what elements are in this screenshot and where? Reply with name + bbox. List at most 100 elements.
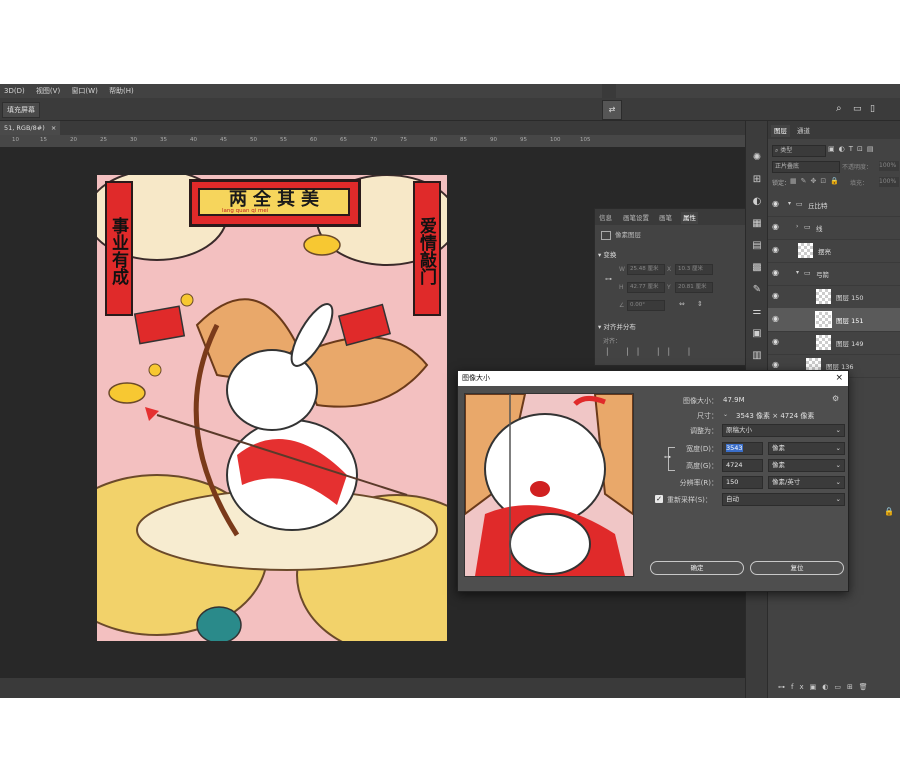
search-icon[interactable]: ⌕ [836,103,848,115]
tab-channels[interactable]: 通道 [794,125,813,137]
flip-vertical-icon[interactable]: ⇕ [697,300,703,308]
blend-mode-select[interactable]: 正片叠底 [772,161,840,173]
close-icon[interactable]: × [835,371,843,386]
height-label: 高度(G)： [686,462,718,470]
layer-row-selected[interactable]: ◉ 图层 151 [768,308,900,332]
eye-icon[interactable]: ◉ [772,268,782,278]
libraries-icon[interactable]: ▥ [750,349,764,363]
height-input[interactable]: 4724 [722,459,763,472]
panel-layout-icon[interactable]: ▯ [870,103,882,115]
align-section-title[interactable]: ▾ 对齐并分布 [598,321,636,331]
width-unit-select[interactable]: 像素 ⌄ [768,442,845,455]
chevron-down-icon[interactable]: ▾ [796,269,799,276]
link-icon[interactable]: ⊶ [664,453,671,461]
eye-icon[interactable]: ◉ [772,360,782,370]
gradient-icon[interactable]: ▤ [750,239,764,253]
brush-icon[interactable]: ✎ [750,283,764,297]
ruler-tick: 70 [370,137,377,143]
fit-to-select[interactable]: 原稿大小 ⌄ [722,424,845,437]
layer-row[interactable]: ◉ ▾ ▭ 丘比特 [768,193,900,217]
resolution-input[interactable]: 150 [722,476,763,489]
dialog-preview[interactable] [464,393,634,577]
right-couplet: 爱情敲门 [413,181,441,316]
fill-field[interactable]: 100% [879,177,899,187]
chevron-down-icon: ⌄ [835,478,841,486]
ruler-tick: 100 [550,137,561,143]
tab-info[interactable]: 信息 [597,212,614,224]
menu-item-help[interactable]: 帮助(H) [109,87,134,95]
resolution-unit-select[interactable]: 像素/英寸 ⌄ [768,476,845,489]
angle-field[interactable]: 0.00° [627,300,665,311]
menu-item-view[interactable]: 视图(V) [36,87,60,95]
menu-item-window[interactable]: 窗口(W) [71,87,97,95]
close-tab-icon[interactable]: × [51,124,56,132]
link-icon[interactable]: ⊶ [605,275,612,283]
ruler-tick: 55 [280,137,287,143]
y-field[interactable]: 20.81 厘米 [675,282,713,293]
layer-kind-filter[interactable]: ⌕ 类型 [772,145,826,157]
lock-icons[interactable]: ▦✎✥⊡🔒 [790,177,843,185]
adjustments-icon[interactable]: ⚌ [750,305,764,319]
width-input[interactable]: 3543 [722,442,763,455]
layer-row[interactable]: ◉ › ▭ 线 [768,216,900,240]
chevron-down-icon[interactable]: ⌄ [723,411,728,418]
reset-button[interactable]: 复位 [750,561,844,575]
layer-row[interactable]: ◉ 图层 149 [768,331,900,355]
tab-brush[interactable]: 画笔 [657,212,674,224]
sun-icon[interactable]: ✺ [750,151,764,165]
document-tab[interactable]: 51, RGB/8#) × [0,121,61,135]
swatches-icon[interactable]: ▦ [750,217,764,231]
filter-icons[interactable]: ▣◐T⊡▤ [828,145,877,153]
pixel-layer-icon [601,231,611,240]
menu-bar: 3D(D) 视图(V) 窗口(W) 帮助(H) [0,84,900,98]
grid-icon[interactable]: ⊞ [750,173,764,187]
tab-layers[interactable]: 图层 [771,125,790,137]
photoshop-window: 3D(D) 视图(V) 窗口(W) 帮助(H) 填充屏幕 ⇄ ⌕ ▭ ▯ 51,… [0,84,900,698]
folder-icon: ▭ [804,223,811,231]
ruler-tick: 95 [520,137,527,143]
layer-thumbnail [816,289,831,304]
workspace-icon[interactable]: ▭ [853,103,865,115]
tab-brush-settings[interactable]: 画笔设置 [621,212,651,224]
eye-icon[interactable]: ◉ [772,199,782,209]
ruler-tick: 50 [250,137,257,143]
fill-screen-button[interactable]: 填充屏幕 [2,102,40,118]
layer-row[interactable]: ◉ ▾ ▭ 弓箭 [768,262,900,286]
width-field[interactable]: 25.48 厘米 [627,264,665,275]
tab-properties[interactable]: 属性 [681,212,698,224]
menu-item-3d[interactable]: 3D(D) [4,87,25,95]
height-field[interactable]: 42.77 厘米 [627,282,665,293]
eye-icon[interactable]: ◉ [772,291,782,301]
chevron-down-icon[interactable]: ▾ [788,200,791,207]
search-icon: ⌕ [775,147,779,154]
flip-horizontal-icon[interactable]: ⇔ [679,300,685,308]
share-icon[interactable]: ⇄ [602,100,622,120]
left-couplet: 事业有成 [105,181,133,316]
styles-icon[interactable]: ▣ [750,327,764,341]
layer-row[interactable]: ◉ 摆亮 [768,239,900,263]
gear-icon[interactable]: ⚙ [832,394,839,403]
properties-panel: 信息 画笔设置 画笔 属性 像素图层 ▾ 变换 W 25.48 厘米 X 10.… [594,208,746,366]
resample-select[interactable]: 自动 ⌄ [722,493,845,506]
eye-icon[interactable]: ◉ [772,314,782,324]
chevron-right-icon[interactable]: › [796,223,798,230]
lock-label: 锁定： [772,180,791,187]
ok-button[interactable]: 确定 [650,561,744,575]
opacity-field[interactable]: 100% [879,161,899,171]
eye-icon[interactable]: ◉ [772,337,782,347]
x-field[interactable]: 10.3 厘米 [675,264,713,275]
ruler-tick: 10 [12,137,19,143]
transform-section-title[interactable]: ▾ 变换 [598,249,616,259]
layer-footer-icons[interactable]: ⊶fx▣◐▭⊞🗑 [778,683,874,691]
arrange-icon[interactable] [602,84,616,98]
eye-icon[interactable]: ◉ [772,245,782,255]
color-wheel-icon[interactable]: ◐ [750,195,764,209]
resample-checkbox[interactable]: ✓ [655,495,663,503]
eye-icon[interactable]: ◉ [772,222,782,232]
artwork-illustration [97,175,447,641]
layer-row[interactable]: ◉ 图层 150 [768,285,900,309]
align-icons[interactable]: ▏▕▏▕▏▕ [607,348,699,356]
pattern-icon[interactable]: ▩ [750,261,764,275]
width-unit: 像素 [772,444,785,452]
height-unit-select[interactable]: 像素 ⌄ [768,459,845,472]
